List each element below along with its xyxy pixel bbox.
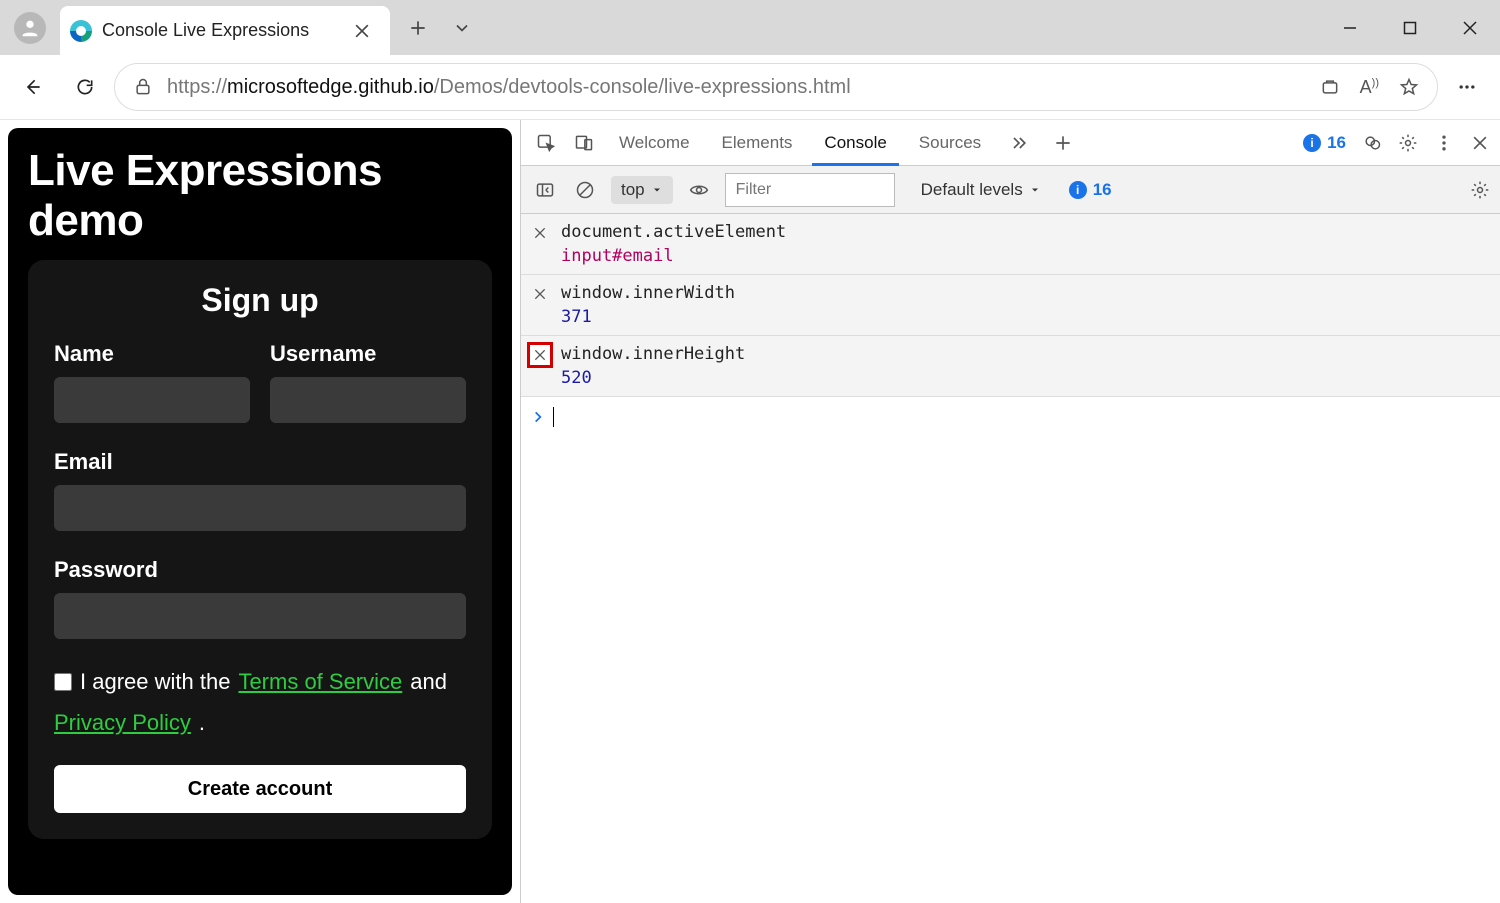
agree-row: I agree with the Terms of Service and Pr…: [54, 665, 466, 739]
devtools-settings-icon[interactable]: [1398, 133, 1418, 153]
remove-expression-button[interactable]: [529, 222, 551, 244]
new-tab-icon[interactable]: [1045, 133, 1081, 153]
collections-icon[interactable]: [1320, 77, 1340, 97]
tab-console[interactable]: Console: [812, 120, 898, 165]
prompt-cursor: [553, 407, 554, 427]
expression-text[interactable]: window.innerHeight: [561, 344, 745, 364]
console-prompt[interactable]: [521, 397, 1500, 437]
profile-icon: [14, 12, 46, 44]
console-filter-input[interactable]: [725, 173, 895, 207]
context-selector[interactable]: top: [611, 176, 673, 204]
tab-overflow-icon[interactable]: [1001, 133, 1037, 153]
nav-refresh-button[interactable]: [62, 64, 108, 110]
password-label: Password: [54, 557, 466, 583]
console-settings-icon[interactable]: [1470, 180, 1490, 200]
tab-welcome[interactable]: Welcome: [607, 120, 702, 165]
new-tab-button[interactable]: [398, 8, 438, 48]
edge-favicon: [70, 20, 92, 42]
clear-console-icon[interactable]: [571, 176, 599, 204]
devtools-tabbar: Welcome Elements Console Sources i 16: [521, 120, 1500, 166]
expression-value: input#email: [561, 246, 786, 266]
issues-count-pill[interactable]: i 16: [1303, 133, 1346, 153]
create-account-button[interactable]: Create account: [54, 765, 466, 813]
feedback-icon[interactable]: [1362, 133, 1382, 153]
signup-card: Sign up Name Username Email Pa: [28, 260, 492, 839]
expression-text[interactable]: document.activeElement: [561, 222, 786, 242]
privacy-link[interactable]: Privacy Policy: [54, 706, 191, 739]
remove-expression-button[interactable]: [529, 283, 551, 305]
tab-sources[interactable]: Sources: [907, 120, 993, 165]
expression-value: 371: [561, 307, 735, 327]
live-expression-row: window.innerHeight 520: [521, 336, 1500, 397]
page-viewport: Live Expressions demo Sign up Name Usern…: [0, 120, 520, 903]
username-input[interactable]: [270, 377, 466, 423]
issues-dot-icon: i: [1069, 181, 1087, 199]
live-expression-row: document.activeElement input#email: [521, 214, 1500, 275]
page-heading: Live Expressions demo: [28, 146, 492, 246]
log-levels-selector[interactable]: Default levels: [921, 180, 1041, 200]
window-maximize-button[interactable]: [1380, 0, 1440, 55]
console-sidebar-toggle-icon[interactable]: [531, 176, 559, 204]
url-text: https://microsoftedge.github.io/Demos/de…: [167, 76, 851, 99]
agree-checkbox[interactable]: [54, 673, 72, 691]
form-title: Sign up: [54, 282, 466, 319]
browser-toolbar: https://microsoftedge.github.io/Demos/de…: [0, 55, 1500, 120]
console-issues-pill[interactable]: i 16: [1069, 180, 1112, 200]
console-toolbar: top Default levels i 16: [521, 166, 1500, 214]
live-expressions-list: document.activeElement input#email window.…: [521, 214, 1500, 397]
nav-back-button[interactable]: [10, 64, 56, 110]
password-input[interactable]: [54, 593, 466, 639]
tos-link[interactable]: Terms of Service: [238, 665, 402, 698]
expression-text[interactable]: window.innerWidth: [561, 283, 735, 303]
window-titlebar: Console Live Expressions: [0, 0, 1500, 55]
settings-menu-button[interactable]: [1444, 64, 1490, 110]
name-input[interactable]: [54, 377, 250, 423]
email-input[interactable]: [54, 485, 466, 531]
name-label: Name: [54, 341, 250, 367]
device-emulation-icon[interactable]: [569, 133, 599, 153]
tab-title: Console Live Expressions: [102, 20, 338, 41]
expression-value: 520: [561, 368, 745, 388]
tab-elements[interactable]: Elements: [710, 120, 805, 165]
username-label: Username: [270, 341, 466, 367]
email-label: Email: [54, 449, 466, 475]
tab-overflow-button[interactable]: [442, 8, 482, 48]
address-bar[interactable]: https://microsoftedge.github.io/Demos/de…: [114, 63, 1438, 111]
devtools-panel: Welcome Elements Console Sources i 16: [520, 120, 1500, 903]
window-minimize-button[interactable]: [1320, 0, 1380, 55]
inspect-element-icon[interactable]: [531, 133, 561, 153]
devtools-close-icon[interactable]: [1470, 133, 1490, 153]
profile-button[interactable]: [0, 0, 60, 55]
tab-close-button[interactable]: [348, 17, 376, 45]
read-aloud-icon[interactable]: A)): [1360, 77, 1379, 98]
live-expression-row: window.innerWidth 371: [521, 275, 1500, 336]
live-expression-icon[interactable]: [685, 176, 713, 204]
remove-expression-button[interactable]: [529, 344, 551, 366]
site-info-icon[interactable]: [133, 77, 153, 97]
browser-tab[interactable]: Console Live Expressions: [60, 6, 390, 55]
devtools-more-icon[interactable]: [1434, 133, 1454, 153]
issues-dot-icon: i: [1303, 134, 1321, 152]
favorite-icon[interactable]: [1399, 77, 1419, 97]
window-close-button[interactable]: [1440, 0, 1500, 55]
